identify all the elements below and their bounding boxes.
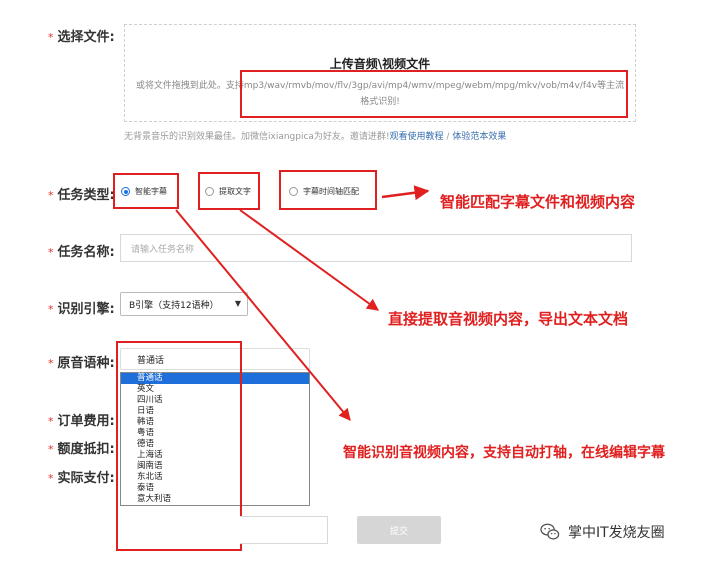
annotation-arrows [175, 185, 430, 421]
arrow-smart-subtitle [381, 185, 430, 201]
annotation-smart-recognize: 智能识别音视频内容，支持自动打轴，在线编辑字幕 [343, 445, 665, 461]
annotation-extract-text: 直接提取音视频内容，导出文本文档 [388, 310, 629, 328]
arrow-extract-text [239, 209, 379, 311]
arrow-smart-recognize [175, 209, 351, 421]
annotation-smart-subtitle: 智能匹配字幕文件和视频内容 [440, 193, 636, 211]
wechat-icon [540, 523, 560, 540]
watermark: 掌中IT发烧友圈 [540, 522, 665, 542]
